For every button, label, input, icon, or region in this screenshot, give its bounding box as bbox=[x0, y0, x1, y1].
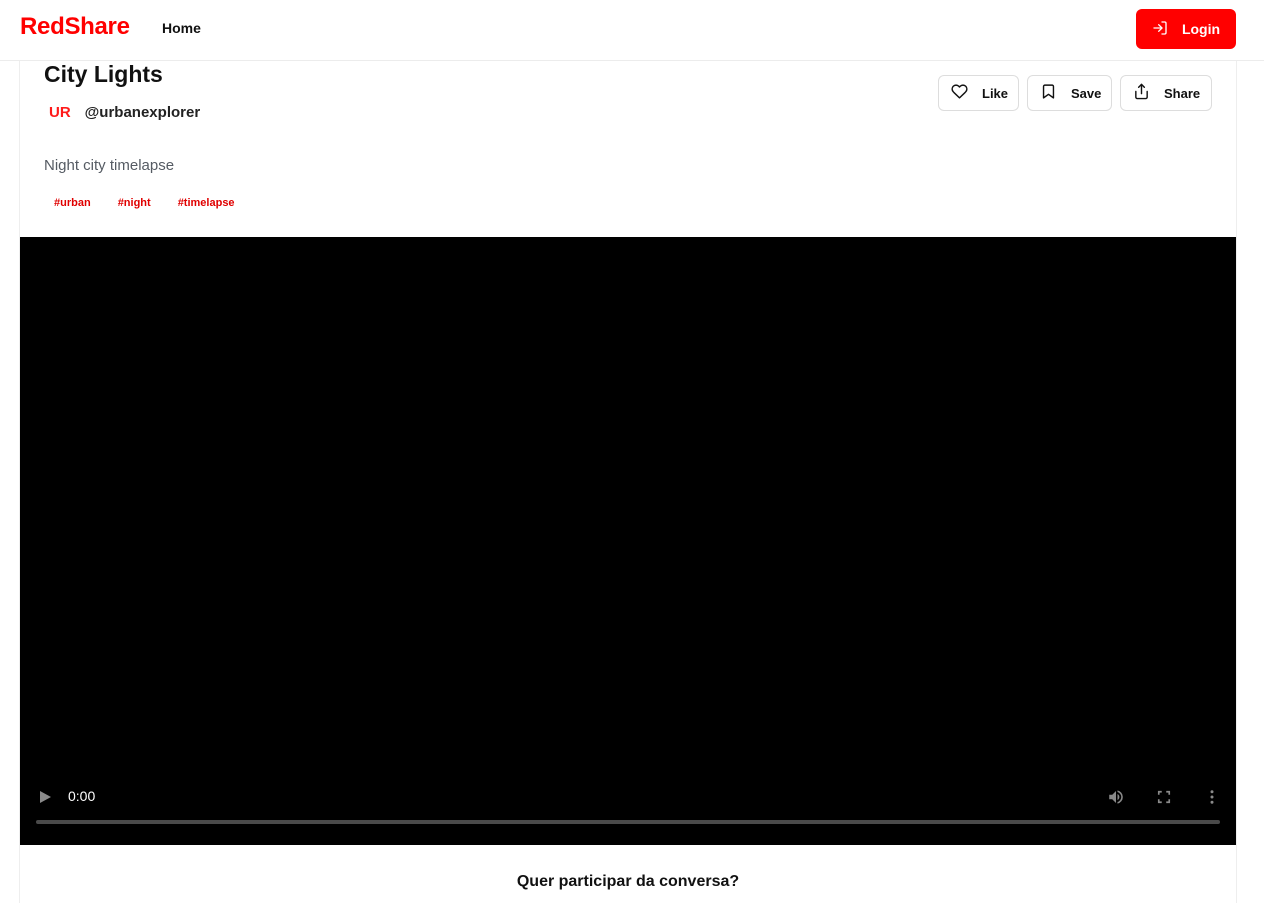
video-player[interactable]: 0:00 bbox=[20, 237, 1236, 845]
share-button[interactable]: Share bbox=[1120, 75, 1212, 111]
post-actions: Like Save Share bbox=[938, 75, 1212, 111]
tag-urban[interactable]: #urban bbox=[44, 195, 101, 211]
login-button[interactable]: Login bbox=[1136, 9, 1236, 49]
more-vertical-icon[interactable] bbox=[1203, 788, 1221, 806]
share-label: Share bbox=[1164, 85, 1201, 101]
save-button[interactable]: Save bbox=[1027, 75, 1112, 111]
post-description: Night city timelapse bbox=[44, 157, 175, 174]
post-author[interactable]: UR @urbanexplorer bbox=[49, 104, 200, 121]
video-current-time: 0:00 bbox=[68, 788, 96, 804]
post-title: City Lights bbox=[44, 61, 163, 87]
join-conversation-prompt: Quer participar da conversa? bbox=[516, 873, 740, 890]
bookmark-icon bbox=[1040, 83, 1057, 103]
login-label: Login bbox=[1181, 21, 1221, 37]
author-username[interactable]: @urbanexplorer bbox=[85, 104, 201, 121]
tag-list: #urban #night #timelapse bbox=[44, 195, 252, 211]
brand-logo[interactable]: RedShare bbox=[20, 13, 130, 41]
top-navbar: RedShare Home Login bbox=[0, 0, 1264, 61]
post-card: City Lights UR @urbanexplorer Like Save bbox=[19, 61, 1237, 903]
play-icon[interactable] bbox=[38, 790, 52, 804]
login-icon bbox=[1152, 20, 1168, 39]
video-progress-bar[interactable] bbox=[36, 820, 1220, 824]
fullscreen-icon[interactable] bbox=[1155, 788, 1173, 806]
like-label: Like bbox=[982, 85, 1009, 101]
tag-timelapse[interactable]: #timelapse bbox=[168, 195, 245, 211]
save-label: Save bbox=[1071, 85, 1102, 101]
heart-icon bbox=[951, 83, 968, 103]
avatar[interactable]: UR bbox=[49, 104, 71, 121]
tag-night[interactable]: #night bbox=[108, 195, 161, 211]
volume-icon[interactable] bbox=[1107, 788, 1125, 806]
nav-home-link[interactable]: Home bbox=[162, 20, 201, 36]
share-icon bbox=[1133, 83, 1150, 103]
like-button[interactable]: Like bbox=[938, 75, 1019, 111]
